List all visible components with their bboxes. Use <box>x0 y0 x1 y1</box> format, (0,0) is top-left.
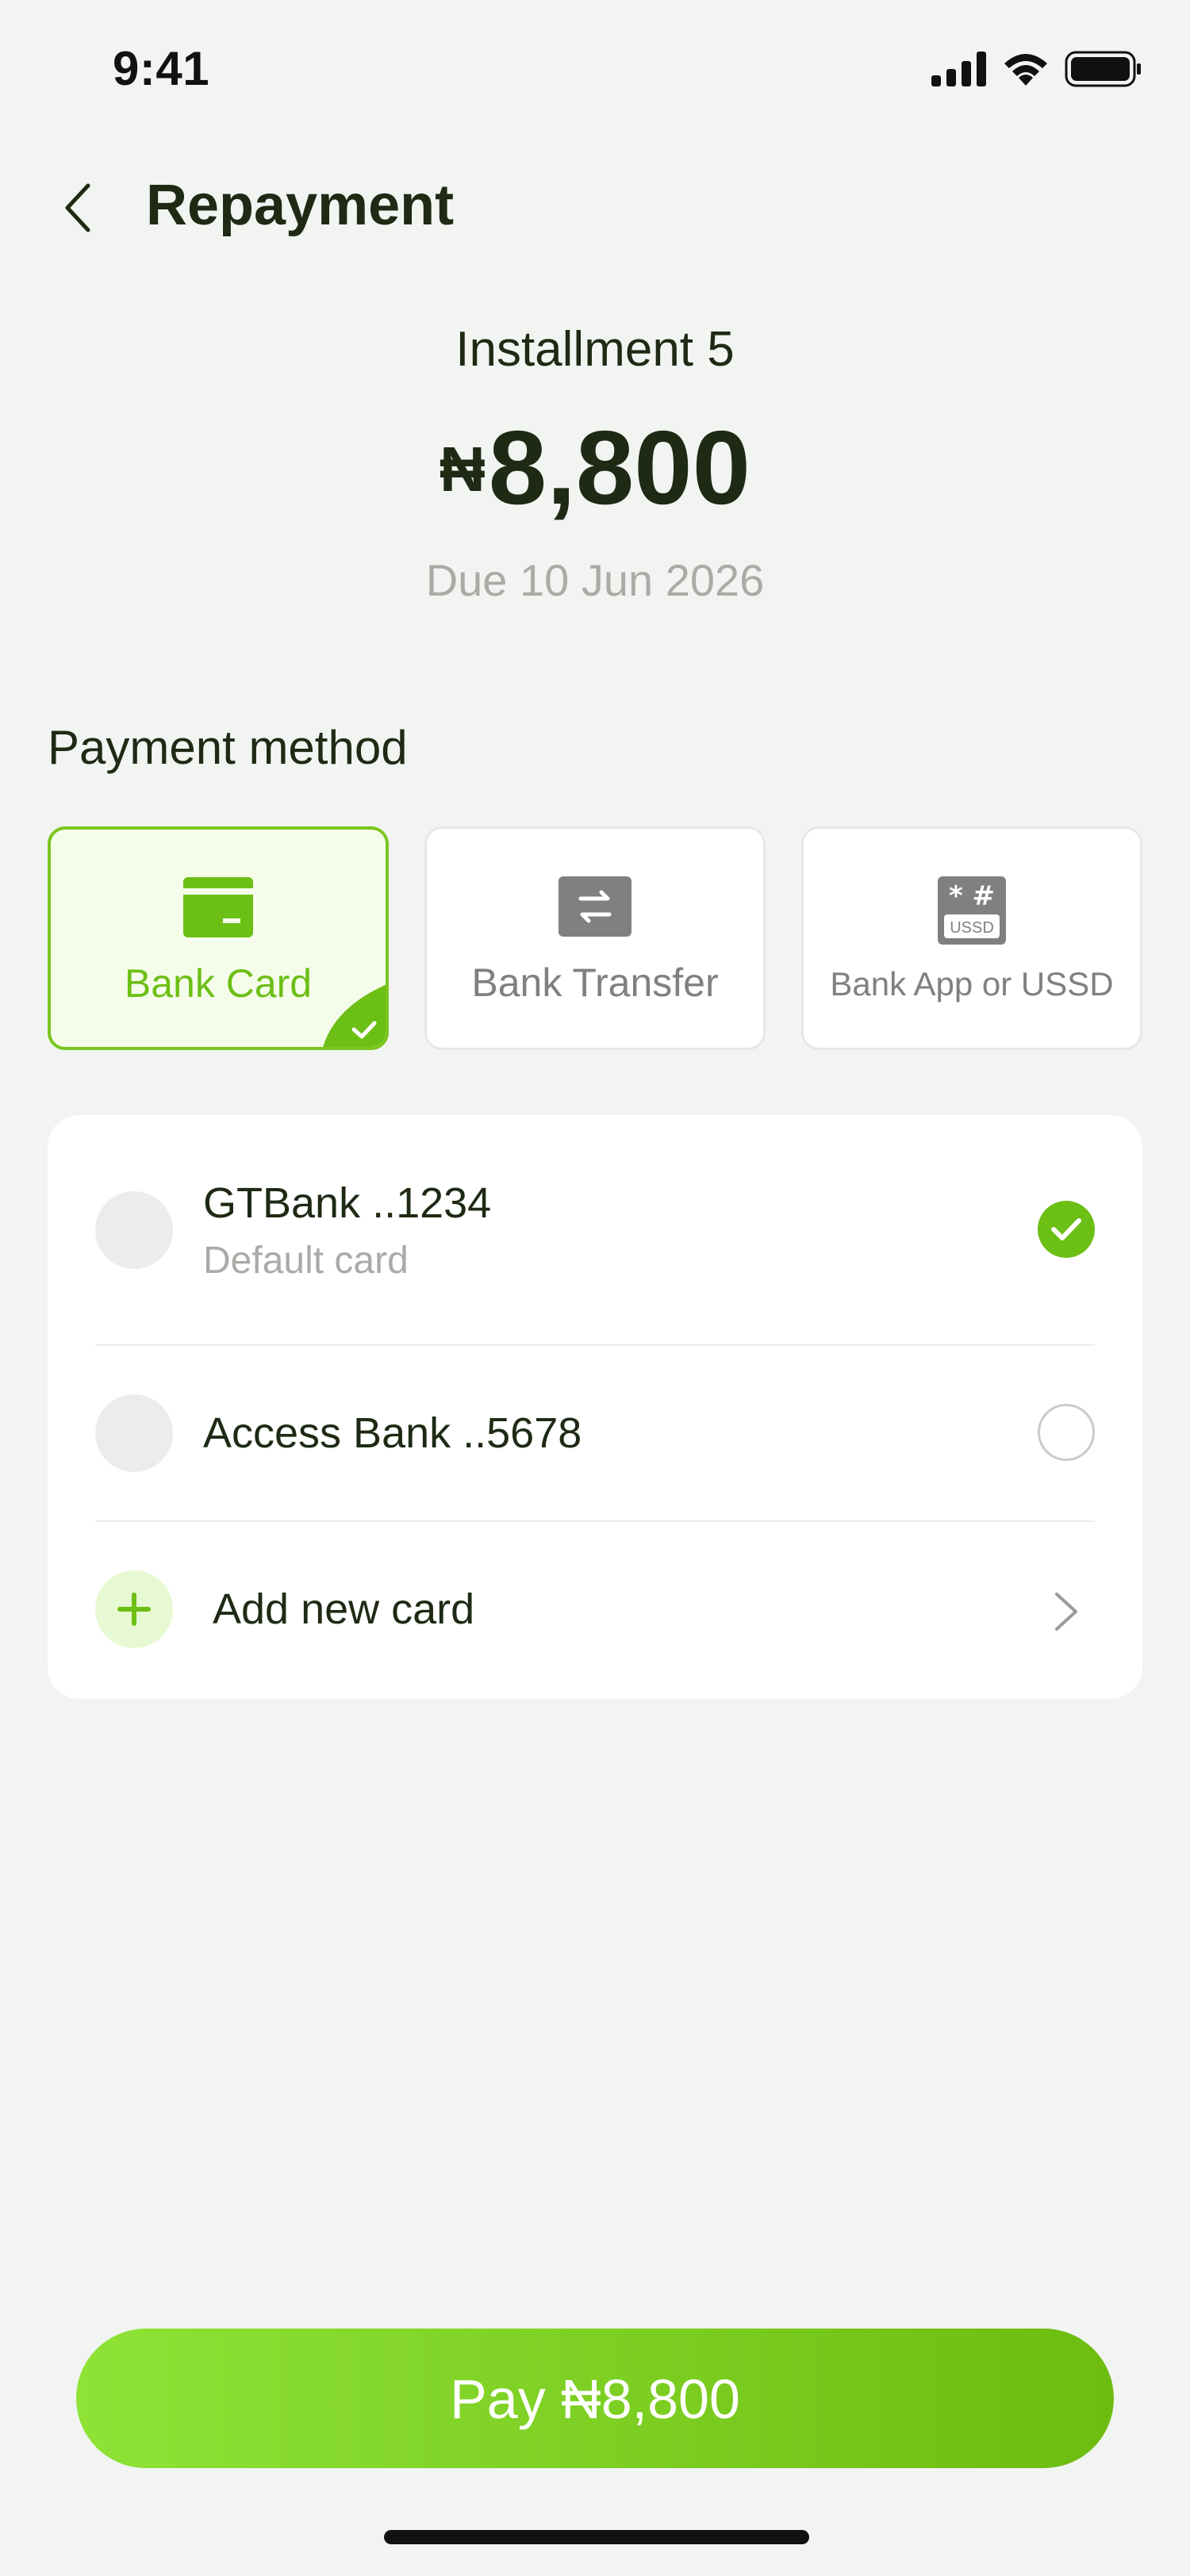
installment-summary: Installment 5 ₦8,800 Due 10 Jun 2026 <box>0 325 1190 603</box>
card-name: Access Bank ..5678 <box>203 1409 582 1457</box>
installment-label: Installment 5 <box>455 322 735 377</box>
svg-text:* #: * # <box>949 880 995 912</box>
home-indicator <box>384 2530 809 2544</box>
amount-due: ₦8,800 <box>0 416 1190 520</box>
back-button[interactable] <box>49 176 105 240</box>
method-label: Bank App or USSD <box>830 965 1114 1002</box>
ussd-keypad-icon: * # USSD <box>938 876 1006 945</box>
card-subtitle: Default card <box>203 1240 409 1282</box>
card-row-gtbank[interactable]: GTBank ..1234 Default card <box>48 1115 1142 1345</box>
checkmark-icon <box>1051 1218 1081 1240</box>
cellular-signal-icon <box>931 52 986 86</box>
saved-cards-list: GTBank ..1234 Default card Access Bank .… <box>48 1115 1142 1699</box>
method-label: Bank Transfer <box>471 960 719 1005</box>
radio-unselected[interactable] <box>1038 1404 1095 1461</box>
card-row-access-bank[interactable]: Access Bank ..5678 <box>48 1345 1142 1521</box>
bank-logo <box>95 1191 173 1269</box>
credit-card-icon <box>183 877 253 937</box>
battery-icon <box>1065 51 1141 87</box>
bank-logo <box>95 1394 173 1472</box>
currency-symbol: ₦ <box>439 434 486 504</box>
chevron-right-icon <box>1055 1593 1077 1631</box>
method-bank-app-ussd[interactable]: * # USSD Bank App or USSD <box>801 826 1142 1050</box>
payment-method-options: Bank Card Bank Transfer * # USSD Bank Ap… <box>48 826 1142 1050</box>
wifi-icon <box>1004 54 1047 86</box>
due-date: Due 10 Jun 2026 <box>425 555 765 605</box>
card-name: GTBank ..1234 <box>203 1179 492 1227</box>
page-title: Repayment <box>146 174 455 237</box>
payment-method-title: Payment method <box>48 721 408 774</box>
method-bank-transfer[interactable]: Bank Transfer <box>424 826 766 1050</box>
method-bank-card[interactable]: Bank Card <box>48 826 389 1050</box>
chevron-left-icon <box>65 183 90 232</box>
add-new-card-label: Add new card <box>213 1585 475 1633</box>
status-icons <box>931 51 1142 87</box>
transfer-arrows-icon <box>559 876 631 937</box>
status-bar: 9:41 <box>0 0 1190 143</box>
selected-check-icon <box>323 984 386 1047</box>
add-new-card-row[interactable]: Add new card <box>48 1521 1142 1699</box>
svg-text:USSD: USSD <box>950 919 994 937</box>
radio-selected[interactable] <box>1038 1201 1095 1258</box>
status-time: 9:41 <box>113 42 210 95</box>
plus-icon <box>95 1570 173 1648</box>
amount-value: 8,800 <box>488 409 751 526</box>
pay-button[interactable]: Pay ₦8,800 <box>76 2329 1114 2468</box>
